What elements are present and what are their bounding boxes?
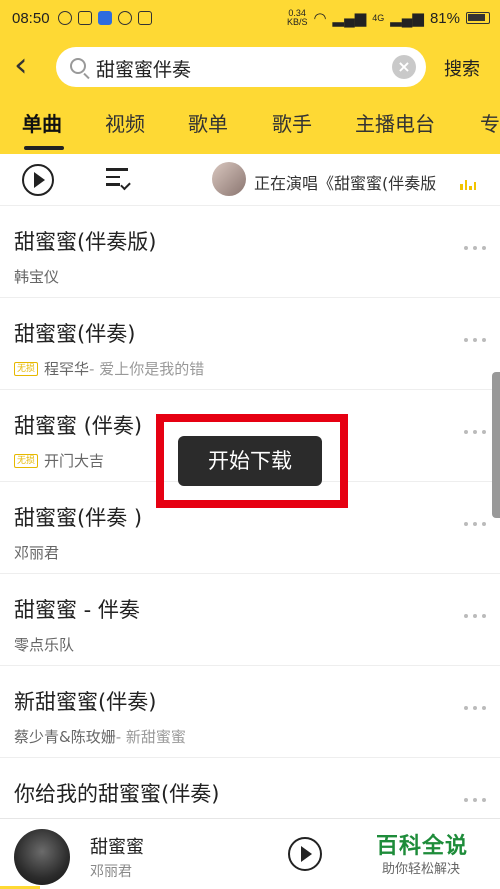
more-options-icon[interactable]	[464, 430, 486, 436]
song-album: - 新甜蜜蜜	[115, 728, 186, 746]
battery-percent: 81%	[429, 9, 460, 27]
more-options-icon[interactable]	[464, 706, 486, 712]
net-speed: 0.34 KB/S	[286, 8, 308, 27]
song-subtitle: 零点乐队	[14, 634, 74, 655]
status-time: 08:50	[12, 9, 50, 27]
network-type: 4G	[372, 13, 385, 23]
scrollbar[interactable]	[492, 372, 500, 518]
search-button[interactable]: 搜索	[444, 55, 480, 81]
lossless-badge: 无损	[14, 361, 39, 376]
more-options-icon[interactable]	[464, 522, 486, 528]
song-title: 甜蜜蜜 (伴奏)	[14, 414, 143, 438]
album-cover[interactable]	[14, 829, 70, 885]
song-artist: 程罕华	[44, 360, 90, 378]
song-album: - 爱上你是我的错	[89, 360, 205, 378]
tab-album[interactable]: 专	[480, 108, 500, 137]
mini-song-title: 甜蜜蜜	[90, 837, 144, 858]
song-artist: 韩宝仪	[14, 268, 60, 286]
clear-icon[interactable]: ×	[392, 55, 416, 79]
qq-icon	[117, 11, 132, 25]
tab-singer[interactable]: 歌手	[272, 108, 312, 137]
search-icon	[70, 58, 86, 74]
status-icons	[57, 11, 152, 25]
play-all-icon[interactable]	[22, 164, 54, 196]
battery-icon	[466, 12, 490, 24]
song-subtitle: 蔡少青&陈玫姗 - 新甜蜜蜜	[14, 726, 186, 747]
song-row[interactable]: 新甜蜜蜜(伴奏) 蔡少青&陈玫姗 - 新甜蜜蜜	[0, 666, 500, 758]
notification-icon	[137, 11, 152, 25]
download-toast: 开始下载	[178, 436, 322, 486]
tab-radio[interactable]: 主播电台	[355, 108, 435, 137]
app-shield-icon	[97, 11, 112, 25]
signal-icon: ▂▄▆	[332, 10, 367, 27]
bluetooth-icon	[77, 11, 92, 25]
mini-artist: 邓丽君	[90, 864, 132, 880]
song-title: 你给我的甜蜜蜜(伴奏)	[14, 782, 220, 806]
song-title: 甜蜜蜜(伴奏)	[14, 322, 136, 346]
equalizer-icon	[460, 178, 476, 190]
search-input[interactable]: 甜蜜蜜伴奏 ×	[56, 47, 426, 87]
status-bar: 08:50 0.34 KB/S ◠ ▂▄▆ 4G ▂▄▆ 81%	[0, 0, 500, 36]
song-title: 甜蜜蜜(伴奏版)	[14, 230, 157, 254]
song-subtitle: 无损 程罕华 - 爱上你是我的错	[14, 358, 204, 379]
tab-single[interactable]: 单曲	[22, 108, 62, 137]
song-subtitle: 邓丽君	[14, 542, 59, 563]
more-options-icon[interactable]	[464, 338, 486, 344]
search-query[interactable]: 甜蜜蜜伴奏	[96, 55, 191, 82]
song-artist: 开门大吉	[44, 452, 105, 470]
watermark-subtitle: 助你轻松解决	[382, 862, 461, 877]
header-area: 08:50 0.34 KB/S ◠ ▂▄▆ 4G ▂▄▆ 81% ‹ 甜蜜蜜伴奏…	[0, 0, 500, 154]
song-title: 甜蜜蜜 - 伴奏	[14, 598, 140, 622]
song-row[interactable]: 甜蜜蜜 - 伴奏零点乐队	[0, 574, 500, 666]
song-artist: 蔡少青&陈玫姗	[14, 728, 116, 746]
tab-playlist[interactable]: 歌单	[188, 108, 228, 137]
song-artist: 零点乐队	[14, 636, 75, 654]
song-subtitle: 韩宝仪	[14, 266, 59, 287]
more-options-icon[interactable]	[464, 614, 486, 620]
status-right: 0.34 KB/S ◠ ▂▄▆ 4G ▂▄▆ 81%	[287, 0, 490, 36]
category-tabs: 单曲 视频 歌单 歌手 主播电台 专	[0, 108, 500, 150]
song-subtitle: 无损 开门大吉	[14, 450, 104, 471]
watermark-title: 百科全说	[376, 834, 469, 859]
active-tab-indicator	[24, 146, 64, 150]
back-arrow-icon[interactable]: ‹	[14, 48, 44, 84]
singer-avatar[interactable]	[212, 162, 246, 196]
lossless-badge: 无损	[14, 453, 39, 468]
now-singing-text[interactable]: 正在演唱《甜蜜蜜(伴奏版	[254, 170, 436, 194]
wifi-icon: ◠	[313, 10, 327, 27]
more-options-icon[interactable]	[464, 798, 486, 804]
alarm-icon	[57, 11, 72, 25]
tab-video[interactable]: 视频	[105, 108, 145, 137]
search-row: ‹ 甜蜜蜜伴奏 × 搜索	[0, 44, 500, 90]
song-artist: 邓丽君	[14, 544, 60, 562]
play-icon[interactable]	[288, 837, 322, 871]
multi-select-icon[interactable]	[106, 168, 131, 191]
watermark: 百科全说 助你轻松解决	[370, 826, 494, 882]
song-title: 甜蜜蜜(伴奏 )	[14, 506, 143, 530]
signal-icon-2: ▂▄▆	[390, 10, 424, 27]
song-row[interactable]: 甜蜜蜜(伴奏) 无损 程罕华 - 爱上你是我的错	[0, 298, 500, 390]
song-title: 新甜蜜蜜(伴奏)	[14, 690, 157, 714]
more-options-icon[interactable]	[464, 246, 486, 252]
song-row[interactable]: 甜蜜蜜(伴奏版) 韩宝仪	[0, 206, 500, 298]
